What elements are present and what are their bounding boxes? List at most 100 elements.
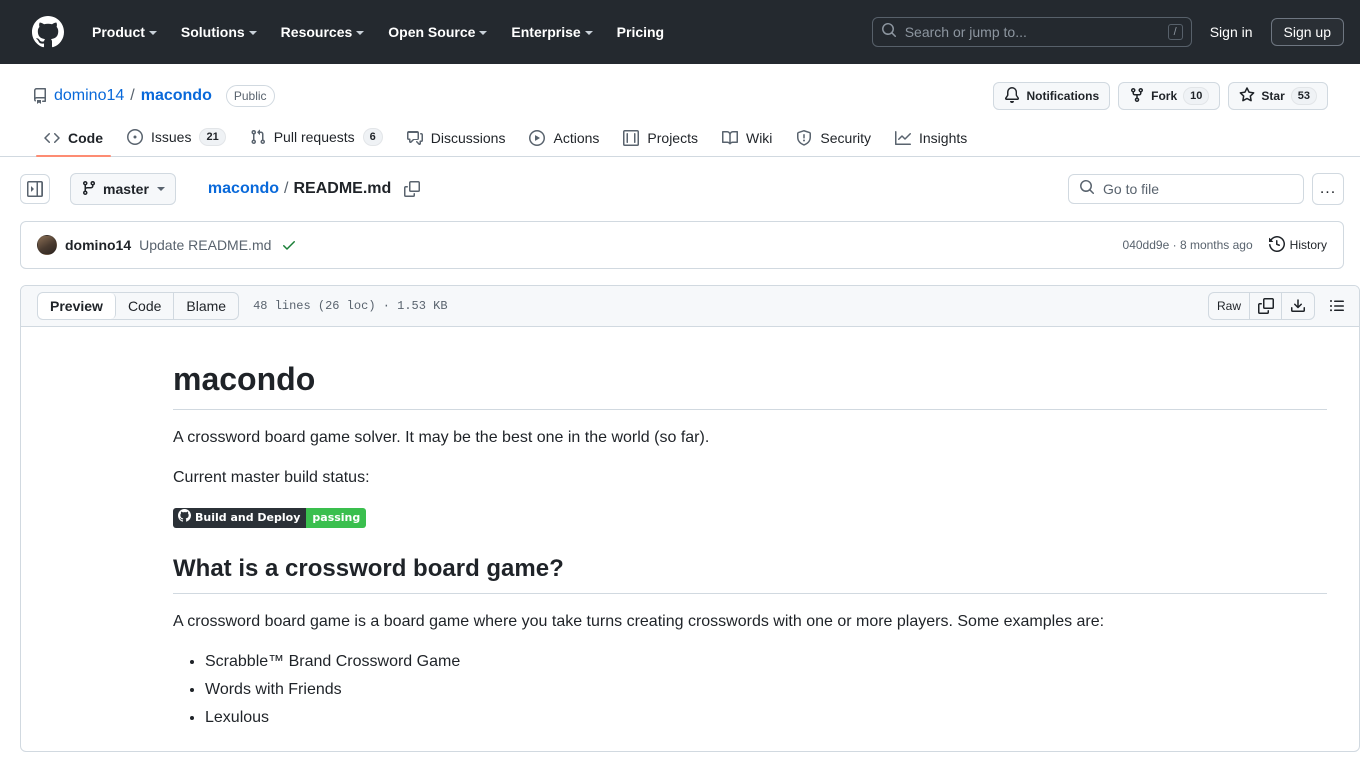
fork-button[interactable]: Fork 10 — [1118, 82, 1221, 110]
branch-selector[interactable]: master — [70, 173, 176, 205]
repository-actions: Notifications Fork 10 Star 53 — [993, 82, 1328, 110]
tab-insights[interactable]: Insights — [887, 122, 975, 156]
breadcrumb: macondo / README.md — [208, 180, 421, 198]
badge-left-section: Build and Deploy — [173, 507, 307, 528]
readme-heading-2: What is a crossword board game? — [173, 554, 1327, 594]
nav-item-pricing[interactable]: Pricing — [605, 16, 676, 48]
tab-actions[interactable]: Actions — [521, 122, 607, 156]
copy-raw-icon[interactable] — [1250, 293, 1282, 319]
list-item: Lexulous — [205, 706, 1327, 730]
tab-projects[interactable]: Projects — [615, 122, 706, 156]
tab-blame[interactable]: Blame — [174, 293, 238, 319]
tab-pull-requests[interactable]: Pull requests 6 — [242, 120, 391, 156]
commit-meta: 040dd9e · 8 months ago History — [1123, 235, 1327, 255]
nav-item-resources[interactable]: Resources — [269, 16, 377, 48]
badge-left-text: Build and Deploy — [195, 510, 301, 524]
repo-name-link[interactable]: macondo — [141, 87, 212, 105]
tab-label: Issues — [151, 129, 192, 145]
global-header-right: Search or jump to... / Sign in Sign up — [871, 17, 1344, 47]
search-input[interactable]: Search or jump to... / — [871, 17, 1192, 47]
table-of-contents-icon[interactable] — [1323, 292, 1351, 320]
issue-opened-icon — [127, 129, 143, 145]
repo-icon — [32, 88, 48, 104]
nav-item-label: Resources — [280, 24, 353, 40]
tab-label: Projects — [647, 130, 698, 146]
download-icon[interactable] — [1282, 293, 1314, 319]
repository-tabs: Code Issues 21 Pull requests 6 Discussio… — [32, 120, 1328, 157]
readme-intro-paragraph: A crossword board game solver. It may be… — [173, 429, 710, 446]
build-status-badge[interactable]: Build and Deploy passing — [173, 507, 367, 528]
copy-icon[interactable] — [404, 181, 421, 197]
badge-right-text: passing — [306, 507, 367, 528]
global-header: Product Solutions Resources Open Source … — [0, 0, 1360, 64]
tab-label: Wiki — [745, 130, 773, 146]
chevron-down-icon — [584, 31, 593, 35]
star-count: 53 — [1290, 87, 1317, 105]
tab-code[interactable]: Code — [36, 122, 111, 157]
search-shortcut-badge: / — [1167, 24, 1183, 40]
nav-item-enterprise[interactable]: Enterprise — [499, 16, 604, 48]
search-icon — [1079, 179, 1095, 200]
commit-sha-separator: · — [1172, 238, 1177, 252]
play-icon — [529, 130, 546, 146]
tab-wiki[interactable]: Wiki — [714, 122, 780, 156]
issues-count: 21 — [199, 128, 226, 146]
tab-issues[interactable]: Issues 21 — [119, 120, 234, 156]
breadcrumb-repo-link[interactable]: macondo — [208, 180, 279, 198]
list-item: Words with Friends — [205, 678, 1327, 702]
code-icon — [44, 130, 60, 146]
nav-item-solutions[interactable]: Solutions — [169, 16, 269, 48]
avatar[interactable] — [37, 235, 57, 255]
table-icon — [623, 130, 640, 146]
commit-author[interactable]: domino14 — [65, 237, 131, 253]
tab-discussions[interactable]: Discussions — [399, 122, 514, 156]
chevron-down-icon — [356, 31, 365, 35]
notifications-label: Notifications — [1026, 89, 1100, 103]
repo-owner-link[interactable]: domino14 — [54, 87, 124, 105]
tab-label: Security — [820, 130, 871, 146]
latest-commit-row: domino14 Update README.md 040dd9e · 8 mo… — [20, 221, 1344, 269]
sidebar-expand-icon[interactable] — [20, 174, 50, 204]
tab-security[interactable]: Security — [788, 122, 879, 156]
nav-item-label: Pricing — [616, 24, 665, 40]
git-pull-request-icon — [250, 129, 266, 145]
git-branch-icon — [81, 180, 97, 199]
history-link[interactable]: History — [1268, 235, 1327, 255]
nav-item-label: Open Source — [388, 24, 476, 40]
star-button[interactable]: Star 53 — [1228, 82, 1328, 110]
search-placeholder: Search or jump to... — [904, 24, 1027, 40]
sign-in-link[interactable]: Sign in — [1208, 20, 1255, 44]
nav-item-open-source[interactable]: Open Source — [376, 16, 499, 48]
raw-actions-group: Raw — [1207, 292, 1315, 320]
fork-label: Fork — [1151, 89, 1178, 103]
check-icon[interactable] — [281, 237, 297, 253]
breadcrumb-file-name: README.md — [293, 180, 392, 197]
shield-icon — [796, 130, 812, 146]
raw-button[interactable]: Raw — [1209, 293, 1250, 319]
commit-message[interactable]: Update README.md — [139, 237, 271, 253]
fork-count: 10 — [1183, 87, 1210, 105]
more-options-button[interactable]: ... — [1312, 173, 1344, 205]
fork-icon — [1129, 87, 1145, 106]
chevron-down-icon — [479, 31, 488, 35]
tab-label: Insights — [919, 130, 968, 146]
tab-code[interactable]: Code — [116, 293, 175, 319]
github-mark-icon — [178, 508, 191, 528]
nav-item-label: Solutions — [180, 24, 245, 40]
history-icon — [1268, 235, 1285, 255]
list-item: Scrabble™ Brand Crossword Game — [205, 650, 1327, 674]
notifications-button[interactable]: Notifications — [993, 82, 1111, 110]
go-to-file-input[interactable]: Go to file — [1068, 174, 1304, 204]
nav-item-label: Enterprise — [511, 24, 581, 40]
tab-preview[interactable]: Preview — [38, 293, 116, 319]
commit-sha-and-time[interactable]: 040dd9e · 8 months ago — [1123, 238, 1253, 252]
markdown-body: macondo A crossword board game solver. I… — [21, 327, 1359, 751]
chevron-down-icon — [248, 31, 257, 35]
file-toolbar: Preview Code Blame 48 lines (26 loc) · 1… — [21, 286, 1359, 327]
sign-up-button[interactable]: Sign up — [1270, 18, 1344, 46]
history-label: History — [1289, 238, 1327, 252]
file-meta: 48 lines (26 loc) · 1.53 KB — [253, 299, 448, 313]
nav-item-product[interactable]: Product — [80, 16, 169, 48]
repository-title-row: domino14 / macondo Public Notifications … — [32, 80, 1328, 112]
github-logo-icon[interactable] — [32, 16, 64, 48]
